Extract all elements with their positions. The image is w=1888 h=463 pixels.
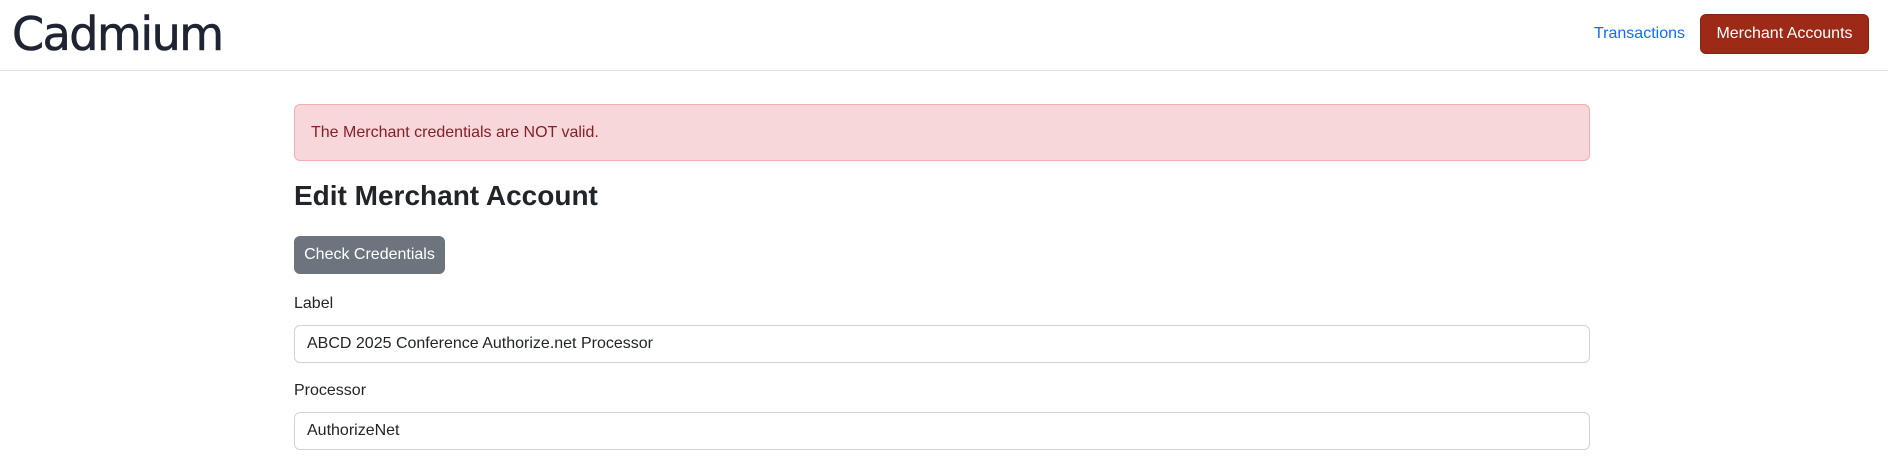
merchant-accounts-button[interactable]: Merchant Accounts [1700, 14, 1869, 54]
processor-field-label: Processor [294, 382, 367, 399]
label-input[interactable] [294, 325, 1590, 363]
nav-link-transactions[interactable]: Transactions [1594, 23, 1685, 45]
main-content: The Merchant credentials are NOT valid. … [294, 104, 1590, 450]
page-title: Edit Merchant Account [294, 180, 598, 211]
processor-input[interactable] [294, 412, 1590, 450]
error-alert: The Merchant credentials are NOT valid. [294, 104, 1590, 161]
brand-logo[interactable]: Cadmium [12, 6, 225, 62]
check-credentials-button[interactable]: Check Credentials [294, 236, 445, 274]
label-field-label: Label [294, 295, 334, 312]
top-navbar: Cadmium Transactions Merchant Accounts [0, 0, 1888, 71]
